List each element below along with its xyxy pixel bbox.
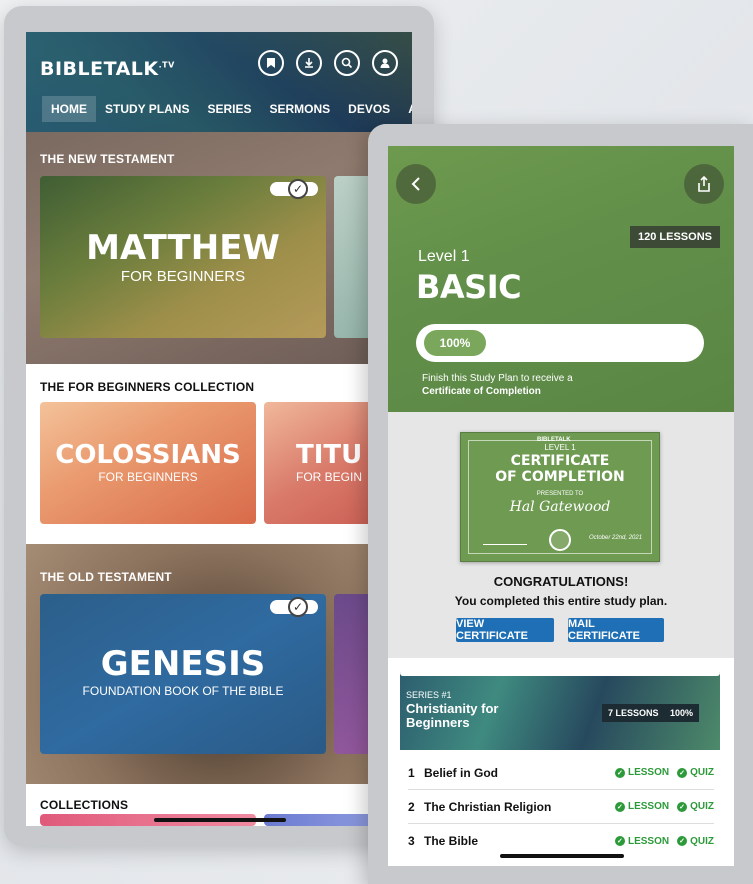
section-title-new-testament: THE NEW TESTAMENT (40, 152, 175, 166)
certificate-level: LEVEL 1 (544, 443, 576, 452)
for-beginners-section: THE FOR BEGINNERS COLLECTION COLOSSIANS … (26, 364, 412, 544)
check-icon: ✓ (288, 179, 308, 199)
certificate-presented: PRESENTED TO (536, 491, 584, 497)
certificate-date: October 22nd, 2021 (589, 535, 643, 541)
lesson-number: 3 (408, 834, 415, 848)
header: BIBLETALK.TV HOME STUDY PLANS SERIES SER… (26, 32, 412, 132)
user-icon[interactable] (372, 50, 398, 76)
card-subtitle: FOR BEGINNERS (98, 470, 198, 484)
lesson-row[interactable]: 3 The Bible ✓ LESSON ✓ QUIZ (408, 824, 714, 858)
lesson-complete-link[interactable]: ✓ LESSON (614, 801, 669, 812)
home-indicator[interactable] (500, 854, 624, 858)
seal-icon (549, 529, 571, 551)
certificate-title-2: OF COMPLETION (495, 469, 625, 485)
finish-message: Finish this Study Plan to receive a Cert… (422, 373, 573, 397)
series-number: SERIES #1 (406, 690, 452, 700)
card-subtitle: FOR BEGIN (296, 470, 363, 484)
completed-toggle[interactable]: ✓ (270, 179, 318, 199)
new-testament-section: THE NEW TESTAMENT ✓ MATTHEW FOR BEGINNER… (26, 132, 412, 364)
card-title: COLOSSIANS (55, 440, 241, 470)
signature-icon (483, 533, 527, 545)
lesson-name: The Bible (424, 834, 479, 848)
phone-study-plan-screen: 120 LESSONS Level 1 BASIC 100% Finish th… (368, 124, 753, 884)
nav-study-plans[interactable]: STUDY PLANS (96, 96, 198, 122)
quiz-complete-link[interactable]: ✓ QUIZ (677, 801, 714, 812)
old-testament-section: THE OLD TESTAMENT ✓ GENESIS FOUNDATION B… (26, 544, 412, 784)
lesson-name: Belief in God (424, 765, 499, 780)
progress-percent: 100% (424, 330, 486, 356)
check-circle-icon: ✓ (677, 836, 688, 846)
check-circle-icon: ✓ (614, 767, 625, 778)
quiz-complete-link[interactable]: ✓ QUIZ (677, 836, 714, 847)
search-icon[interactable] (334, 50, 360, 76)
completed-message: You completed this entire study plan. (454, 594, 668, 608)
card-title: TITU (296, 440, 363, 470)
certificate-area: BIBLETALK LEVEL 1 CERTIFICATE OF COMPLET… (388, 412, 734, 658)
check-circle-icon: ✓ (614, 836, 625, 846)
nav-articles[interactable]: ARTIC (399, 96, 412, 122)
back-button[interactable] (396, 164, 436, 204)
card-subtitle: FOUNDATION BOOK OF THE BIBLE (82, 684, 284, 698)
series-title: Christianity for Beginners (406, 701, 499, 730)
mail-certificate-button[interactable]: MAIL CERTIFICATE (568, 618, 664, 642)
check-circle-icon: ✓ (677, 801, 688, 812)
nav-home[interactable]: HOME (42, 96, 96, 122)
matthew-card[interactable]: ✓ MATTHEW FOR BEGINNERS (40, 176, 326, 338)
series-percent-badge: 100% (664, 704, 700, 722)
colossians-card[interactable]: COLOSSIANS FOR BEGINNERS (40, 402, 256, 524)
home-screen: BIBLETALK.TV HOME STUDY PLANS SERIES SER… (26, 32, 412, 826)
card-title: GENESIS (100, 644, 266, 684)
section-title-old-testament: THE OLD TESTAMENT (40, 570, 172, 584)
level-name: BASIC (416, 268, 522, 306)
lesson-complete-link[interactable]: ✓ LESSON (614, 767, 669, 778)
chevron-left-icon (411, 177, 420, 191)
nav-sermons[interactable]: SERMONS (260, 96, 339, 122)
section-title-collections: COLLECTIONS (40, 798, 129, 812)
home-indicator[interactable] (154, 818, 286, 822)
completed-toggle[interactable]: ✓ (270, 597, 318, 617)
lesson-complete-link[interactable]: ✓ LESSON (614, 836, 669, 847)
lesson-row[interactable]: 1 Belief in God ✓ LESSON ✓ QUIZ (408, 756, 714, 790)
share-icon (698, 176, 710, 192)
nav-series[interactable]: SERIES (198, 96, 260, 122)
series-section: SERIES #1 Christianity for Beginners 7 L… (388, 658, 734, 866)
certificate-recipient: Hal Gatewood (509, 499, 611, 515)
download-icon[interactable] (296, 50, 322, 76)
series-lessons-badge: 7 LESSONS (602, 704, 665, 722)
card-title: MATTHEW (86, 228, 280, 268)
section-title-for-beginners: THE FOR BEGINNERS COLLECTION (40, 380, 255, 394)
study-plan-header: 120 LESSONS Level 1 BASIC 100% Finish th… (388, 146, 734, 412)
progress-bar: 100% (416, 324, 704, 362)
lesson-number: 2 (408, 799, 415, 814)
bookmark-icon[interactable] (258, 50, 284, 76)
check-circle-icon: ✓ (614, 801, 625, 812)
level-label: Level 1 (418, 248, 470, 265)
view-certificate-button[interactable]: VIEW CERTIFICATE (456, 618, 554, 642)
congrats-heading: CONGRATULATIONS! (493, 574, 629, 589)
nav-devos[interactable]: DEVOS (339, 96, 399, 122)
certificate-title-1: CERTIFICATE (510, 453, 610, 469)
series-progress-bar (400, 670, 720, 676)
lessons-count-badge: 120 LESSONS (630, 226, 720, 248)
genesis-card[interactable]: ✓ GENESIS FOUNDATION BOOK OF THE BIBLE (40, 594, 326, 754)
share-button[interactable] (684, 164, 724, 204)
quiz-complete-link[interactable]: ✓ QUIZ (677, 767, 714, 778)
lesson-number: 1 (408, 765, 415, 780)
check-icon: ✓ (288, 597, 308, 617)
card-subtitle: FOR BEGINNERS (120, 268, 246, 285)
check-circle-icon: ✓ (677, 767, 688, 778)
certificate-preview[interactable]: BIBLETALK LEVEL 1 CERTIFICATE OF COMPLET… (460, 432, 660, 562)
bibletalk-logo[interactable]: BIBLETALK.TV (40, 58, 175, 80)
study-plan-screen: 120 LESSONS Level 1 BASIC 100% Finish th… (388, 146, 734, 866)
main-nav: HOME STUDY PLANS SERIES SERMONS DEVOS AR… (42, 96, 412, 122)
lesson-row[interactable]: 2 The Christian Religion ✓ LESSON ✓ QUIZ (408, 790, 714, 824)
lesson-name: The Christian Religion (424, 799, 552, 814)
